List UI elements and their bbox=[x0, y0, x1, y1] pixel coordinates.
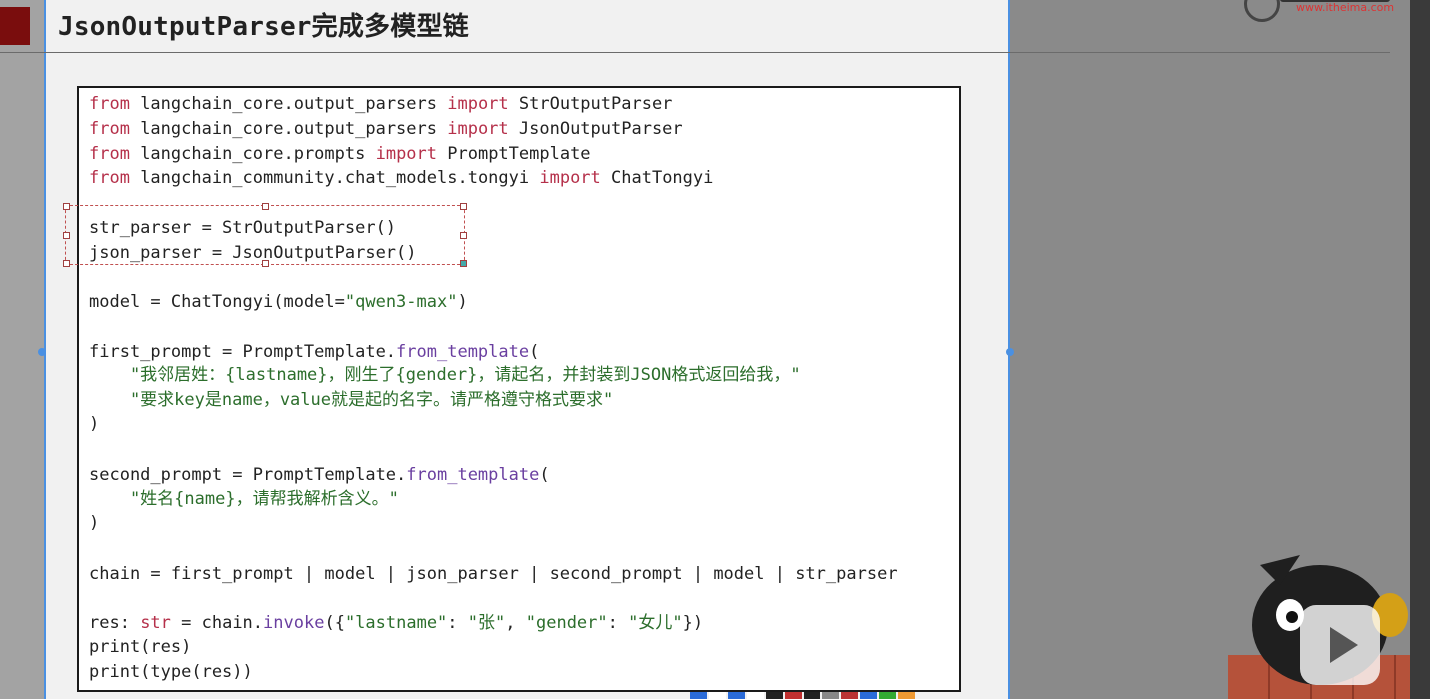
code-token: : bbox=[447, 613, 468, 633]
code-token: }) bbox=[682, 613, 704, 633]
code-token: langchain_community.chat_models.tongyi bbox=[129, 168, 540, 188]
code-token: print(res) bbox=[89, 637, 192, 657]
code-token: from bbox=[89, 94, 130, 114]
code-token: res: bbox=[89, 613, 141, 633]
code-token: "姓名{name}，请帮我解析含义。" bbox=[89, 489, 399, 509]
selection-handle[interactable] bbox=[63, 260, 70, 267]
code-token: "qwen3-max" bbox=[344, 292, 458, 312]
code-token: from bbox=[89, 119, 130, 139]
code-line: model = ChatTongyi(model="qwen3-max") bbox=[89, 292, 468, 312]
code-line: "姓名{name}，请帮我解析含义。" bbox=[89, 489, 399, 509]
code-token: ( bbox=[529, 342, 540, 362]
code-token: langchain_core.prompts bbox=[129, 144, 376, 164]
code-token: : bbox=[607, 613, 629, 633]
code-line: ) bbox=[89, 513, 99, 533]
code-token: JsonOutputParser bbox=[508, 119, 683, 139]
selection-box[interactable] bbox=[63, 203, 467, 267]
code-token: "要求key是name，value就是起的名字。请严格遵守格式要求" bbox=[89, 390, 614, 410]
code-token: from bbox=[89, 168, 130, 188]
code-token: ) bbox=[89, 513, 100, 533]
code-token: PromptTemplate bbox=[437, 144, 591, 164]
code-block[interactable]: from langchain_core.output_parsers impor… bbox=[77, 86, 961, 692]
code-token: import bbox=[447, 119, 509, 139]
code-line: "要求key是name，value就是起的名字。请严格遵守格式要求" bbox=[89, 390, 613, 410]
code-token: import bbox=[447, 94, 509, 114]
selection-handle[interactable] bbox=[460, 203, 467, 210]
code-line: from langchain_core.output_parsers impor… bbox=[89, 119, 683, 139]
logo-url: www.itheima.com bbox=[1296, 1, 1395, 14]
code-line: from langchain_core.prompts import Promp… bbox=[89, 144, 591, 164]
selection-handle[interactable] bbox=[460, 232, 467, 239]
selection-handle[interactable] bbox=[63, 232, 70, 239]
play-button[interactable] bbox=[1300, 605, 1380, 685]
code-token: "gender" bbox=[525, 613, 608, 633]
code-line: print(type(res)) bbox=[89, 662, 253, 682]
code-line: first_prompt = PromptTemplate.from_templ… bbox=[89, 342, 539, 362]
code-token: model = ChatTongyi(model= bbox=[89, 292, 345, 312]
resize-handle-right[interactable] bbox=[1006, 348, 1014, 356]
code-token: chain = first_prompt | model | json_pars… bbox=[89, 564, 898, 584]
code-token: langchain_core.output_parsers bbox=[129, 94, 448, 114]
selection-handle[interactable] bbox=[262, 260, 269, 267]
code-token: = chain. bbox=[170, 613, 264, 633]
code-line: ) bbox=[89, 414, 99, 434]
code-token: import bbox=[375, 144, 438, 164]
code-token: "张" bbox=[467, 613, 506, 633]
code-token: "女儿" bbox=[628, 613, 683, 633]
code-token: import bbox=[539, 168, 601, 188]
code-token: from_template bbox=[396, 342, 530, 362]
right-edge bbox=[1410, 0, 1430, 699]
code-token: ) bbox=[89, 414, 100, 434]
code-line: res: str = chain.invoke({"lastname": "张"… bbox=[89, 613, 703, 633]
code-line: second_prompt = PromptTemplate.from_temp… bbox=[89, 465, 550, 485]
color-palette-strip[interactable] bbox=[690, 692, 916, 699]
selection-handle[interactable] bbox=[63, 203, 70, 210]
code-token: print(type(res)) bbox=[89, 662, 253, 682]
code-token: from bbox=[89, 144, 130, 164]
code-line: chain = first_prompt | model | json_pars… bbox=[89, 564, 898, 584]
code-token: first_prompt = PromptTemplate. bbox=[89, 342, 397, 362]
itheima-logo: www.itheima.com bbox=[1240, 0, 1400, 22]
code-token: StrOutputParser bbox=[508, 94, 673, 114]
code-token: ChatTongyi bbox=[600, 168, 714, 188]
code-token: , bbox=[505, 613, 526, 633]
code-token: invoke bbox=[263, 613, 325, 633]
code-token: second_prompt = PromptTemplate. bbox=[89, 465, 407, 485]
code-token: ({ bbox=[324, 613, 345, 633]
code-token: ( bbox=[539, 465, 550, 485]
code-token: "lastname" bbox=[344, 613, 448, 633]
code-line: "我邻居姓：{lastname}，刚生了{gender}，请起名，并封装到JSO… bbox=[89, 365, 801, 385]
code-line: print(res) bbox=[89, 637, 191, 657]
code-token: "我邻居姓：{lastname}，刚生了{gender}，请起名，并封装到JSO… bbox=[89, 365, 801, 385]
code-line: from langchain_core.output_parsers impor… bbox=[89, 94, 672, 114]
code-token: ) bbox=[457, 292, 468, 312]
slide-title: JsonOutputParser完成多模型链 bbox=[58, 12, 469, 42]
resize-handle-left[interactable] bbox=[38, 348, 46, 356]
selection-handle[interactable] bbox=[460, 260, 467, 267]
screen: JsonOutputParser完成多模型链 www.itheima.com f… bbox=[0, 0, 1430, 699]
code-line: from langchain_community.chat_models.ton… bbox=[89, 168, 713, 188]
code-token: str bbox=[140, 613, 171, 633]
code-token: from_template bbox=[406, 465, 540, 485]
selection-handle[interactable] bbox=[262, 203, 269, 210]
play-icon bbox=[1330, 627, 1358, 663]
code-token: langchain_core.output_parsers bbox=[129, 119, 448, 139]
